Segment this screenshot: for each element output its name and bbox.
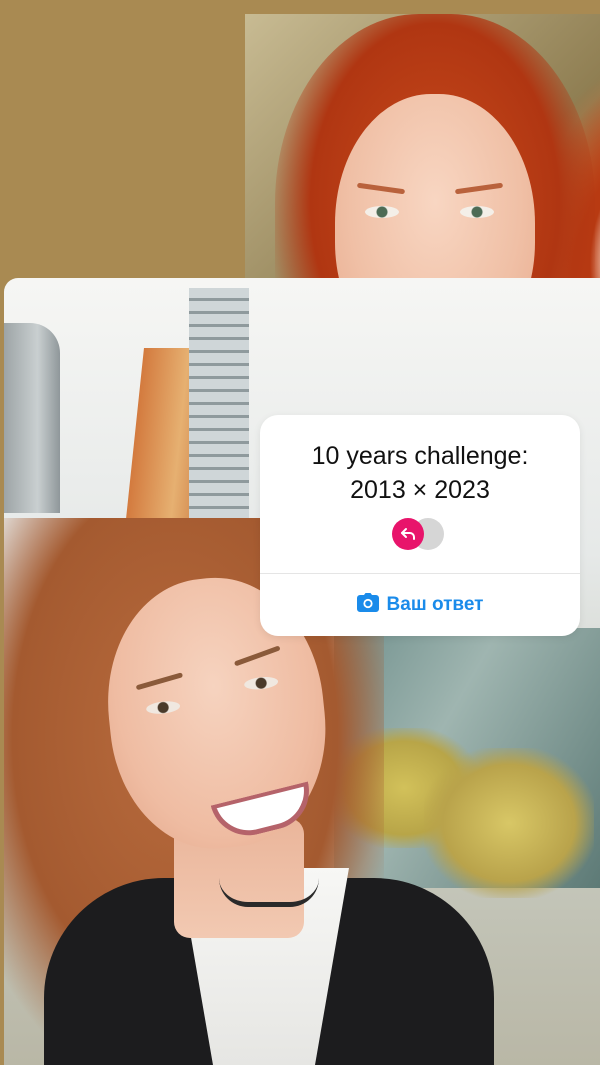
- eye-right: [243, 675, 279, 691]
- question-sticker: 10 years challenge: 2013 × 2023 Ваш отве…: [260, 415, 580, 636]
- reaction-toggle[interactable]: [390, 515, 450, 553]
- reply-label: Ваш ответ: [386, 594, 484, 615]
- camera-icon: [356, 592, 379, 618]
- eye-left: [365, 206, 399, 218]
- eye-left: [145, 699, 181, 716]
- tower-striped: [189, 288, 249, 538]
- reply-button[interactable]: Ваш ответ: [260, 574, 580, 636]
- sticker-title-line-1: 10 years challenge:: [311, 442, 529, 470]
- choker-shape: [219, 878, 319, 907]
- brow-left: [356, 182, 406, 195]
- tower-left: [4, 323, 60, 513]
- sticker-title: 10 years challenge: 2013 × 2023: [260, 439, 580, 507]
- brow-left: [135, 672, 184, 691]
- eye-right: [460, 206, 494, 218]
- brow-right: [233, 645, 281, 667]
- selfie-2023-photo: [4, 278, 600, 1065]
- brow-right: [454, 182, 504, 195]
- reply-arrow-icon: [392, 518, 424, 550]
- tree: [424, 748, 594, 898]
- sticker-title-line-2: 2013 × 2023: [350, 476, 490, 504]
